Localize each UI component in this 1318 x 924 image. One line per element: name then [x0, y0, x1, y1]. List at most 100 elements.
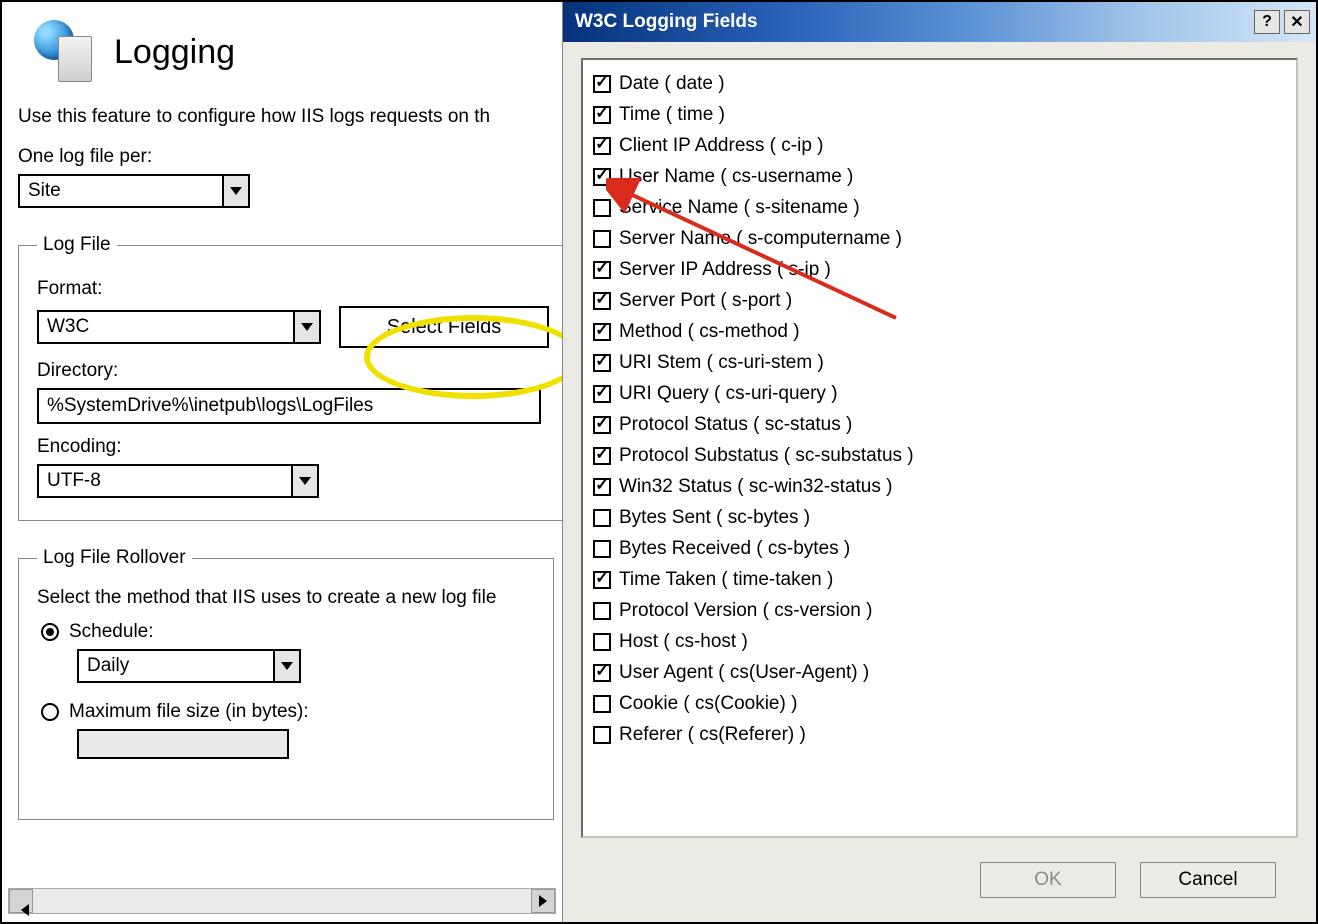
scroll-right-arrow-icon[interactable] [531, 889, 555, 913]
field-checkbox[interactable] [593, 540, 611, 558]
chevron-down-icon[interactable] [291, 466, 317, 496]
field-label: Win32 Status ( sc-win32-status ) [619, 476, 892, 498]
field-checkbox[interactable] [593, 571, 611, 589]
field-label: Cookie ( cs(Cookie) ) [619, 693, 797, 715]
field-row: Cookie ( cs(Cookie) ) [593, 688, 1286, 719]
maxsize-input[interactable] [77, 729, 289, 759]
field-label: Server IP Address ( s-ip ) [619, 259, 831, 281]
dialog-title: W3C Logging Fields [575, 11, 1250, 33]
maxsize-label: Maximum file size (in bytes): [69, 701, 309, 723]
log-rollover-group: Log File Rollover Select the method that… [18, 547, 554, 820]
logging-icon [34, 20, 98, 84]
horizontal-scrollbar[interactable] [8, 888, 556, 914]
field-checkbox[interactable] [593, 75, 611, 93]
field-row: Protocol Status ( sc-status ) [593, 409, 1286, 440]
field-row: Date ( date ) [593, 68, 1286, 99]
field-checkbox[interactable] [593, 602, 611, 620]
field-row: Win32 Status ( sc-win32-status ) [593, 471, 1286, 502]
field-row: Server Port ( s-port ) [593, 285, 1286, 316]
field-label: Date ( date ) [619, 73, 725, 95]
one-log-label: One log file per: [18, 146, 562, 168]
field-label: Method ( cs-method ) [619, 321, 800, 343]
field-row: Bytes Sent ( sc-bytes ) [593, 502, 1286, 533]
field-label: Protocol Status ( sc-status ) [619, 414, 852, 436]
field-row: Protocol Version ( cs-version ) [593, 595, 1286, 626]
format-combo[interactable]: W3C [37, 310, 321, 344]
help-button[interactable]: ? [1254, 10, 1280, 34]
field-label: Server Port ( s-port ) [619, 290, 792, 312]
log-file-legend: Log File [37, 234, 117, 256]
field-label: Service Name ( s-sitename ) [619, 197, 860, 219]
field-label: Host ( cs-host ) [619, 631, 748, 653]
field-checkbox[interactable] [593, 664, 611, 682]
field-label: Protocol Substatus ( sc-substatus ) [619, 445, 914, 467]
field-row: Host ( cs-host ) [593, 626, 1286, 657]
field-row: Service Name ( s-sitename ) [593, 192, 1286, 223]
field-checkbox[interactable] [593, 633, 611, 651]
field-label: Time Taken ( time-taken ) [619, 569, 833, 591]
logging-description: Use this feature to configure how IIS lo… [18, 106, 562, 128]
field-checkbox[interactable] [593, 199, 611, 217]
field-checkbox[interactable] [593, 447, 611, 465]
schedule-radio[interactable] [41, 623, 59, 641]
field-checkbox[interactable] [593, 385, 611, 403]
field-checkbox[interactable] [593, 726, 611, 744]
encoding-combo[interactable]: UTF-8 [37, 464, 319, 498]
ok-button[interactable]: OK [980, 862, 1116, 898]
field-row: Time Taken ( time-taken ) [593, 564, 1286, 595]
close-button[interactable]: ✕ [1284, 10, 1310, 34]
field-row: Client IP Address ( c-ip ) [593, 130, 1286, 161]
directory-label: Directory: [37, 360, 549, 382]
page-title: Logging [114, 33, 235, 72]
field-checkbox[interactable] [593, 509, 611, 527]
field-label: Time ( time ) [619, 104, 725, 126]
format-label: Format: [37, 278, 549, 300]
field-label: Protocol Version ( cs-version ) [619, 600, 872, 622]
field-label: User Name ( cs-username ) [619, 166, 853, 188]
field-checkbox[interactable] [593, 416, 611, 434]
field-label: Client IP Address ( c-ip ) [619, 135, 824, 157]
field-label: Server Name ( s-computername ) [619, 228, 902, 250]
w3c-fields-dialog: W3C Logging Fields ? ✕ Date ( date ) Time… [562, 2, 1316, 922]
field-checkbox[interactable] [593, 168, 611, 186]
select-fields-button[interactable]: Select Fields [339, 306, 549, 348]
field-checkbox[interactable] [593, 354, 611, 372]
one-log-combo[interactable]: Site [18, 174, 250, 208]
directory-input[interactable]: %SystemDrive%\inetpub\logs\LogFiles [37, 388, 541, 424]
field-label: URI Stem ( cs-uri-stem ) [619, 352, 824, 374]
field-checkbox[interactable] [593, 292, 611, 310]
field-checkbox[interactable] [593, 323, 611, 341]
maxsize-radio[interactable] [41, 703, 59, 721]
field-checkbox[interactable] [593, 695, 611, 713]
field-label: URI Query ( cs-uri-query ) [619, 383, 838, 405]
field-row: Time ( time ) [593, 99, 1286, 130]
field-row: Server Name ( s-computername ) [593, 223, 1286, 254]
field-checkbox[interactable] [593, 137, 611, 155]
format-value: W3C [39, 316, 293, 338]
field-row: Referer ( cs(Referer) ) [593, 719, 1286, 750]
scroll-left-arrow-icon[interactable] [9, 889, 33, 913]
field-row: URI Stem ( cs-uri-stem ) [593, 347, 1286, 378]
field-checkbox[interactable] [593, 478, 611, 496]
field-row: Method ( cs-method ) [593, 316, 1286, 347]
chevron-down-icon[interactable] [273, 651, 299, 681]
chevron-down-icon[interactable] [293, 312, 319, 342]
encoding-label: Encoding: [37, 436, 549, 458]
log-file-group: Log File Format: W3C Select Fields Direc… [18, 234, 568, 521]
logging-pane: Logging Use this feature to configure ho… [2, 2, 562, 922]
field-label: User Agent ( cs(User-Agent) ) [619, 662, 869, 684]
one-log-value: Site [20, 180, 222, 202]
cancel-button[interactable]: Cancel [1140, 862, 1276, 898]
field-row: User Name ( cs-username ) [593, 161, 1286, 192]
field-row: Server IP Address ( s-ip ) [593, 254, 1286, 285]
dialog-titlebar: W3C Logging Fields ? ✕ [563, 2, 1316, 42]
field-checkbox[interactable] [593, 106, 611, 124]
schedule-label: Schedule: [69, 621, 154, 643]
chevron-down-icon[interactable] [222, 176, 248, 206]
field-checkbox[interactable] [593, 230, 611, 248]
field-row: Bytes Received ( cs-bytes ) [593, 533, 1286, 564]
schedule-combo[interactable]: Daily [77, 649, 301, 683]
fields-checklist[interactable]: Date ( date ) Time ( time ) Client IP Addr… [581, 58, 1298, 838]
field-checkbox[interactable] [593, 261, 611, 279]
field-row: URI Query ( cs-uri-query ) [593, 378, 1286, 409]
